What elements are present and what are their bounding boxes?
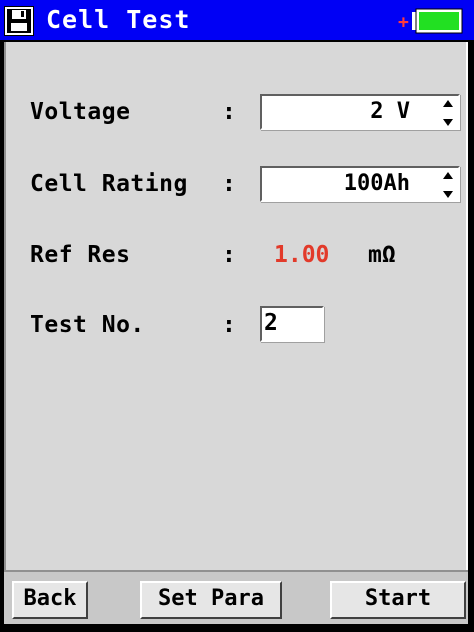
test-no-label: Test No. [30, 312, 145, 338]
battery-level-fill [419, 12, 459, 30]
ref-res-value: 1.00 [274, 242, 330, 268]
floppy-disk-icon[interactable] [4, 6, 34, 36]
button-bar: Back Set Para Start [4, 570, 468, 624]
cell-rating-colon: : [222, 171, 236, 197]
cell-rating-label: Cell Rating [30, 171, 188, 197]
voltage-spinbox[interactable]: 2 V [260, 94, 460, 130]
cell-rating-spinbox[interactable]: 100Ah [260, 166, 460, 202]
voltage-label: Voltage [30, 99, 131, 125]
cell-test-window: Cell Test + Voltage : 2 V Cell Rating : … [0, 0, 474, 632]
test-no-input[interactable]: 2 [260, 306, 324, 342]
bottom-edge [0, 624, 474, 632]
form-panel: Voltage : 2 V Cell Rating : 100Ah Ref Re… [4, 42, 468, 570]
ref-res-unit: mΩ [368, 242, 396, 268]
spin-arrows-icon[interactable] [442, 98, 454, 128]
cell-rating-value: 100Ah [343, 171, 410, 196]
voltage-value: 2 V [370, 99, 410, 124]
battery-indicator: + [398, 7, 464, 39]
battery-plus-label: + [398, 12, 409, 33]
start-button[interactable]: Start [330, 581, 466, 619]
window-title: Cell Test [46, 5, 191, 34]
back-button[interactable]: Back [12, 581, 88, 619]
ref-res-colon: : [222, 242, 236, 268]
voltage-colon: : [222, 99, 236, 125]
ref-res-label: Ref Res [30, 242, 131, 268]
test-no-colon: : [222, 312, 236, 338]
title-bar: Cell Test + [0, 0, 474, 42]
spin-arrows-icon[interactable] [442, 170, 454, 200]
set-para-button[interactable]: Set Para [140, 581, 282, 619]
battery-icon: + [398, 8, 463, 34]
